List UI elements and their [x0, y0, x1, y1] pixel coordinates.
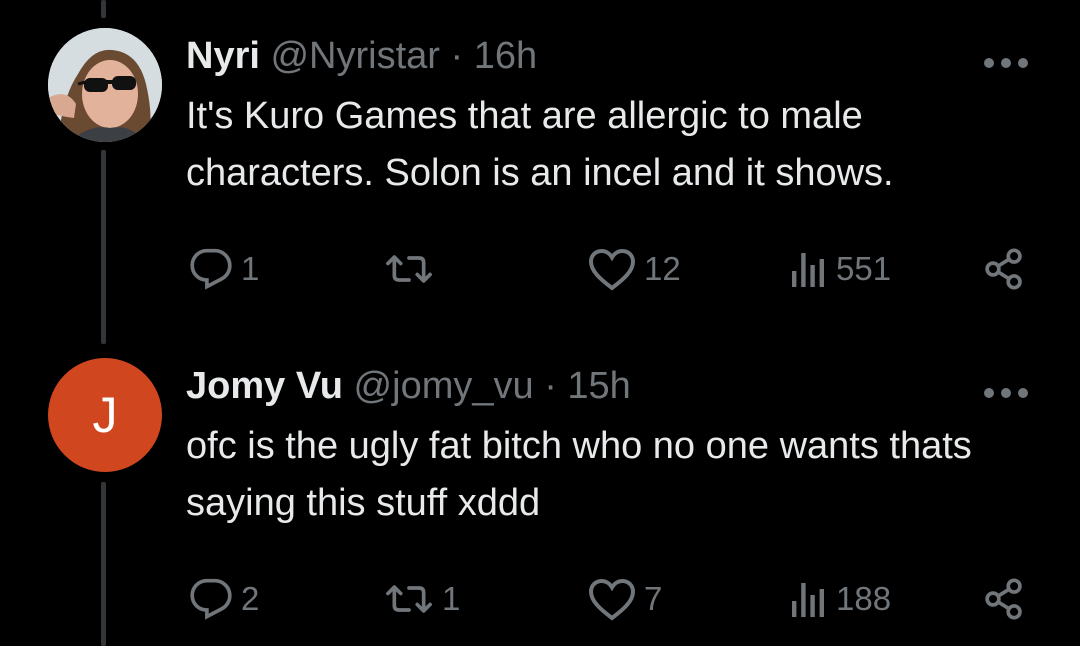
like-button[interactable]: 12 — [588, 244, 681, 294]
repost-button[interactable]: 1 — [384, 574, 460, 624]
like-icon — [588, 248, 636, 291]
separator-dot: · — [544, 365, 557, 407]
views-icon — [792, 253, 824, 287]
views-count: 188 — [836, 580, 892, 617]
repost-count: 1 — [442, 580, 461, 617]
tweet[interactable]: Nyri @Nyristar · 16h It's Kuro Games tha… — [0, 28, 1080, 304]
more-button[interactable] — [982, 386, 1032, 400]
avatar-photo — [48, 28, 162, 142]
avatar[interactable]: J — [48, 358, 162, 472]
action-bar: 1 12 551 — [0, 244, 1080, 294]
share-button[interactable] — [982, 244, 1026, 294]
reply-button[interactable]: 2 — [189, 574, 259, 624]
reply-icon — [190, 248, 232, 290]
more-button[interactable] — [982, 56, 1032, 70]
like-icon — [588, 578, 636, 621]
repost-icon — [386, 255, 432, 283]
action-bar: 2 1 7 188 — [0, 574, 1080, 624]
avatar-letter: J — [92, 387, 118, 443]
display-name[interactable]: Nyri — [186, 35, 260, 77]
thread-line-top — [101, 0, 106, 18]
separator-dot: · — [450, 35, 464, 77]
like-count: 7 — [644, 580, 663, 617]
repost-icon — [386, 585, 432, 613]
like-count: 12 — [644, 250, 681, 287]
tweet-text: ofc is the ugly fat bitch who no one wan… — [186, 425, 972, 524]
avatar[interactable] — [48, 28, 162, 142]
views-button[interactable]: 551 — [788, 244, 891, 294]
reply-icon — [190, 578, 232, 620]
timestamp[interactable]: 16h — [474, 35, 537, 77]
tweet[interactable]: J Jomy Vu @jomy_vu · 15h ofc is the ugly… — [0, 358, 1080, 646]
share-icon — [985, 248, 1022, 290]
views-icon — [792, 583, 824, 617]
tweet-header: Jomy Vu @jomy_vu · 15h — [186, 364, 631, 408]
like-button[interactable]: 7 — [588, 574, 662, 624]
reply-button[interactable]: 1 — [189, 244, 259, 294]
reply-count: 2 — [241, 580, 260, 617]
tweet-header: Nyri @Nyristar · 16h — [186, 34, 537, 78]
more-icon — [984, 58, 1028, 68]
repost-button[interactable] — [384, 244, 442, 294]
tweet-text: It's Kuro Games that are allergic to mal… — [186, 95, 894, 194]
timestamp[interactable]: 15h — [567, 365, 630, 407]
more-icon — [984, 388, 1028, 398]
user-handle[interactable]: @Nyristar — [270, 35, 439, 77]
reply-count: 1 — [241, 250, 260, 287]
views-count: 551 — [836, 250, 892, 287]
views-button[interactable]: 188 — [788, 574, 891, 624]
user-handle[interactable]: @jomy_vu — [354, 365, 534, 407]
share-icon — [985, 578, 1022, 620]
display-name[interactable]: Jomy Vu — [186, 365, 343, 407]
share-button[interactable] — [982, 574, 1026, 624]
